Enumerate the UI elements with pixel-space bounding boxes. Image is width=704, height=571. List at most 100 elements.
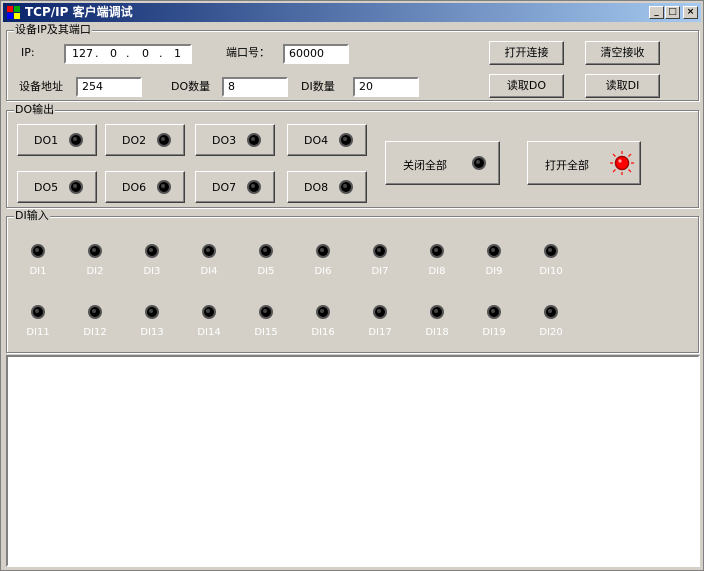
di-label: DI19: [482, 327, 506, 338]
clear-receive-button[interactable]: 清空接收: [585, 41, 660, 65]
do-button-label: DO1: [34, 134, 59, 147]
ip-dot: .: [126, 47, 130, 60]
di-indicator-icon: [145, 244, 159, 258]
do-indicator-icon: [69, 133, 83, 147]
di-indicator-icon: [88, 244, 102, 258]
read-do-button[interactable]: 读取DO: [489, 74, 564, 98]
close-all-indicator-icon: [472, 156, 486, 170]
di-label: DI13: [140, 327, 164, 338]
port-label: 端口号：: [226, 46, 270, 59]
di-indicator-icon: [373, 305, 387, 319]
di-label: DI15: [254, 327, 278, 338]
do-button-5[interactable]: DO5: [17, 171, 97, 203]
di-indicator-icon: [487, 244, 501, 258]
ip-dot: .: [95, 47, 99, 60]
di-indicator-icon: [430, 244, 444, 258]
do-button-3[interactable]: DO3: [195, 124, 275, 156]
do-button-label: DO7: [212, 181, 237, 194]
di-count-label: DI数量: [301, 80, 335, 93]
do-button-label: DO2: [122, 134, 147, 147]
di-indicator-icon: [145, 305, 159, 319]
open-all-label: 打开全部: [545, 159, 589, 172]
di-label: DI4: [200, 266, 218, 277]
main-window: TCP/IP 客户端调试 _ □ × 设备IP及其端口 IP: 127 . 0 …: [0, 0, 704, 571]
do-button-label: DO8: [304, 181, 329, 194]
do-button-4[interactable]: DO4: [287, 124, 367, 156]
do-indicator-icon: [157, 133, 171, 147]
do-button-7[interactable]: DO7: [195, 171, 275, 203]
di-indicator-icon: [544, 305, 558, 319]
do-count-field[interactable]: 8: [222, 77, 288, 97]
ip-octet-4: 1: [174, 47, 181, 60]
di-indicator-icon: [544, 244, 558, 258]
di-label: DI8: [428, 266, 446, 277]
di-indicator-icon: [373, 244, 387, 258]
port-field[interactable]: 60000: [283, 44, 349, 64]
title-bar: TCP/IP 客户端调试 _ □ ×: [3, 3, 701, 22]
di-indicator-icon: [487, 305, 501, 319]
di-label: DI14: [197, 327, 221, 338]
app-icon: [7, 6, 20, 19]
di-label: DI2: [86, 266, 104, 277]
ip-octet-3: 0: [142, 47, 149, 60]
di-label: DI10: [539, 266, 563, 277]
close-all-label: 关闭全部: [403, 159, 447, 172]
maximize-button[interactable]: □: [665, 6, 680, 19]
di-label: DI3: [143, 266, 161, 277]
do-button-1[interactable]: DO1: [17, 124, 97, 156]
do-button-label: DO4: [304, 134, 329, 147]
ip-dot: .: [159, 47, 163, 60]
do-button-label: DO5: [34, 181, 59, 194]
di-indicator-icon: [259, 244, 273, 258]
minimize-button[interactable]: _: [649, 6, 664, 19]
close-all-button[interactable]: 关闭全部: [385, 141, 500, 185]
di-label: DI5: [257, 266, 275, 277]
di-label: DI6: [314, 266, 332, 277]
do-indicator-icon: [339, 133, 353, 147]
do-indicator-icon: [247, 180, 261, 194]
device-address-label: 设备地址: [19, 80, 63, 93]
connection-group-title: 设备IP及其端口: [14, 23, 92, 36]
di-count-field[interactable]: 20: [353, 77, 419, 97]
di-label: DI12: [83, 327, 107, 338]
receive-text-area[interactable]: [6, 355, 700, 567]
do-indicator-icon: [69, 180, 83, 194]
read-di-button[interactable]: 读取DI: [585, 74, 660, 98]
di-label: DI7: [371, 266, 389, 277]
di-indicator-icon: [202, 244, 216, 258]
di-indicator-icon: [259, 305, 273, 319]
ip-address-field[interactable]: 127 . 0 . 0 . 1: [64, 44, 192, 64]
di-input-group-title: DI输入: [14, 209, 50, 222]
ip-label: IP:: [21, 46, 35, 59]
ip-octet-2: 0: [110, 47, 117, 60]
di-label: DI11: [26, 327, 50, 338]
di-indicator-icon: [316, 244, 330, 258]
window-title: TCP/IP 客户端调试: [25, 5, 133, 19]
di-indicator-icon: [88, 305, 102, 319]
di-indicator-icon: [31, 244, 45, 258]
do-button-label: DO3: [212, 134, 237, 147]
do-count-label: DO数量: [171, 80, 211, 93]
open-all-button[interactable]: 打开全部: [527, 141, 641, 185]
do-button-label: DO6: [122, 181, 147, 194]
do-indicator-icon: [157, 180, 171, 194]
ip-octet-1: 127: [72, 47, 93, 60]
do-button-2[interactable]: DO2: [105, 124, 185, 156]
di-label: DI9: [485, 266, 503, 277]
do-indicator-icon: [339, 180, 353, 194]
device-address-field[interactable]: 254: [76, 77, 142, 97]
close-button[interactable]: ×: [683, 6, 698, 19]
di-label: DI16: [311, 327, 335, 338]
di-indicator-icon: [316, 305, 330, 319]
di-label: DI17: [368, 327, 392, 338]
di-label: DI18: [425, 327, 449, 338]
di-indicator-icon: [202, 305, 216, 319]
do-button-8[interactable]: DO8: [287, 171, 367, 203]
open-connection-button[interactable]: 打开连接: [489, 41, 564, 65]
do-output-group-title: DO输出: [14, 103, 56, 116]
di-label: DI20: [539, 327, 563, 338]
do-indicator-icon: [247, 133, 261, 147]
di-label: DI1: [29, 266, 47, 277]
do-button-6[interactable]: DO6: [105, 171, 185, 203]
di-indicator-icon: [430, 305, 444, 319]
